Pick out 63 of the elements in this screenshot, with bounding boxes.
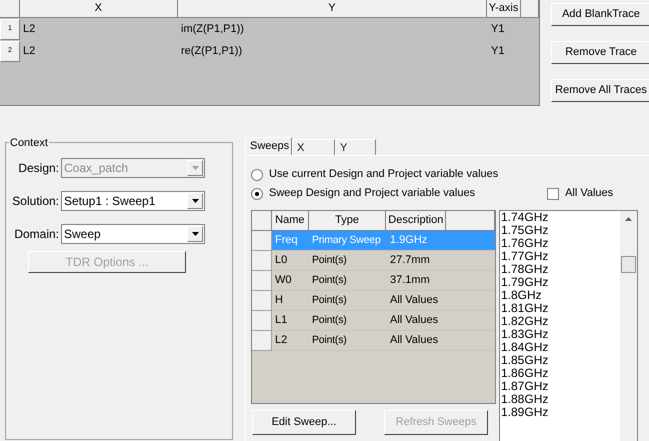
field-label: Domain:	[13, 226, 60, 243]
field-label: Solution:	[11, 193, 60, 210]
row-header[interactable]	[252, 311, 272, 331]
row-header[interactable]	[252, 251, 272, 271]
radio-label: Sweep Design and Project variable values	[269, 186, 476, 202]
radio-button[interactable]	[251, 188, 263, 200]
column-header[interactable]: X	[20, 0, 178, 18]
list-item[interactable]: 1.75GHz	[500, 224, 620, 237]
list-item[interactable]: 1.86GHz	[500, 367, 620, 380]
sweep-row[interactable]: H Point(s) All Values	[272, 291, 495, 311]
list-item[interactable]: 1.85GHz	[500, 354, 620, 367]
checkbox[interactable]	[547, 188, 560, 200]
list-item[interactable]: 1.89GHz	[500, 406, 620, 419]
table-cell-text: re(Z(P1,P1))	[180, 44, 244, 59]
dropdown[interactable]: Setup1 : Sweep1	[61, 191, 205, 211]
dropdown[interactable]: Sweep	[61, 224, 205, 244]
sweep-row[interactable]: L2 Point(s) All Values	[272, 331, 495, 351]
dropdown-arrow-icon	[192, 199, 198, 203]
sweep-button[interactable]: Edit Sweep...	[252, 410, 356, 435]
list-item[interactable]: 1.81GHz	[500, 302, 620, 315]
column-header[interactable]: Y	[178, 0, 488, 18]
trace-button[interactable]: Remove Trace	[551, 41, 649, 64]
tab[interactable]: Y	[335, 139, 376, 155]
sweep-row[interactable]: L0 Point(s) 27.7mm	[272, 251, 495, 271]
table-cell-text: Y1	[490, 44, 506, 59]
dropdown-arrow-icon	[192, 232, 198, 236]
column-header[interactable]: Y-axis	[487, 0, 522, 18]
list-item[interactable]: 1.76GHz	[500, 237, 620, 250]
list-item[interactable]: 1.82GHz	[500, 315, 620, 328]
table-cell-text: L2	[22, 22, 36, 37]
row-header[interactable]	[252, 291, 272, 311]
scroll-thumb[interactable]	[621, 256, 636, 273]
list-item[interactable]: 1.88GHz	[500, 393, 620, 406]
radio-button[interactable]	[251, 168, 263, 180]
checkbox-label: All Values	[565, 186, 614, 202]
row-header[interactable]	[252, 231, 272, 251]
list-item[interactable]: 1.8GHz	[500, 289, 620, 302]
row-header[interactable]	[252, 271, 272, 291]
list-item[interactable]: 1.87GHz	[500, 380, 620, 393]
sweep-row[interactable]: W0 Point(s) 37.1mm	[272, 271, 495, 291]
list-item[interactable]: 1.83GHz	[500, 328, 620, 341]
tab[interactable]: X	[292, 139, 335, 155]
radio-label: Use current Design and Project variable values	[269, 167, 498, 182]
column-header[interactable]: Description	[386, 211, 446, 231]
field-label: Design:	[17, 160, 60, 177]
list-item[interactable]: 1.78GHz	[500, 263, 620, 276]
row-header[interactable]	[252, 331, 272, 351]
dropdown-arrow-icon	[192, 166, 198, 170]
table-cell-text: Y1	[490, 22, 506, 37]
list-item[interactable]: 1.79GHz	[500, 276, 620, 289]
trace-button[interactable]: Add BlankTrace	[551, 3, 649, 26]
list-item[interactable]: 1.84GHz	[500, 341, 620, 354]
scrollbar[interactable]	[620, 211, 637, 441]
table-cell-text: im(Z(P1,P1))	[180, 22, 245, 37]
sweep-row[interactable]: L1 Point(s) All Values	[272, 311, 495, 331]
list-item[interactable]: 1.77GHz	[500, 250, 620, 263]
scroll-up-icon[interactable]	[625, 217, 632, 221]
list-item[interactable]: 1.74GHz	[500, 211, 620, 224]
trace-button[interactable]: Remove All Traces	[551, 79, 649, 102]
column-header[interactable]: Type	[308, 211, 386, 231]
column-header[interactable]: Name	[272, 211, 309, 231]
table-cell-text: L2	[22, 44, 36, 59]
tab[interactable]: Sweeps	[245, 137, 292, 155]
